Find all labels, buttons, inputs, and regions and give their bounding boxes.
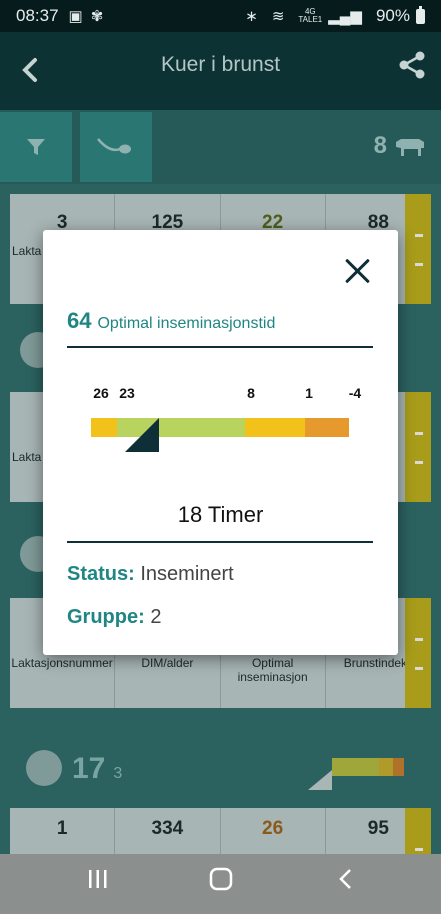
divider: [67, 346, 373, 348]
home-icon: [209, 867, 233, 891]
network-type: 4G TALE1: [298, 7, 323, 24]
insemination-dialog: 64 Optimal inseminasjonstid 26 23 8 1 -4…: [43, 230, 398, 655]
battery-icon: [416, 5, 425, 24]
timeline-ticks: 26 23 8 1 -4: [91, 385, 371, 403]
dialog-label: Optimal inseminasjonstid: [97, 315, 276, 332]
recent-apps-button[interactable]: [80, 866, 116, 902]
recent-apps-icon: [89, 870, 107, 888]
tick-label: -4: [348, 385, 362, 401]
back-icon: [339, 869, 351, 889]
timer-text: 18 Timer: [177, 502, 264, 527]
status-bar: 08:37 ▣ ✾ ∗ ≋ 4G TALE1 ▂▄▆ 90%: [0, 0, 441, 32]
nav-back-button[interactable]: [328, 866, 364, 902]
tick-label: 26: [93, 385, 109, 401]
timeline-segment-too-late: [305, 418, 349, 437]
current-position-marker: [125, 418, 159, 452]
wifi-icon: ≋: [271, 8, 285, 25]
divider: [67, 541, 373, 543]
timeline-segment-late: [245, 418, 305, 437]
system-nav-bar: [0, 854, 441, 914]
group-value: 2: [150, 606, 162, 628]
dialog-value: 64: [67, 308, 92, 333]
group-label: Gruppe:: [67, 606, 145, 628]
status-row: Status: Inseminert: [67, 563, 234, 586]
status-label: Status:: [67, 563, 135, 585]
battery-percent: 90%: [375, 6, 410, 25]
tick-label: 23: [119, 385, 135, 401]
group-row: Gruppe: 2: [67, 606, 161, 629]
insemination-timeline-bar: [91, 418, 349, 452]
pinwheel-icon: ✾: [90, 8, 104, 25]
timeline-segment-early: [91, 418, 117, 437]
tick-label: 1: [305, 385, 313, 401]
home-button[interactable]: [203, 866, 239, 902]
tick-label: 8: [247, 385, 255, 401]
gallery-icon: ▣: [68, 8, 83, 25]
signal-icon: ▂▄▆: [328, 8, 362, 25]
close-button[interactable]: [344, 258, 370, 284]
bluetooth-icon: ∗: [245, 8, 258, 25]
status-value: Inseminert: [140, 563, 234, 585]
dialog-headline: 64 Optimal inseminasjonstid: [67, 308, 275, 334]
status-time: 08:37: [16, 6, 59, 25]
